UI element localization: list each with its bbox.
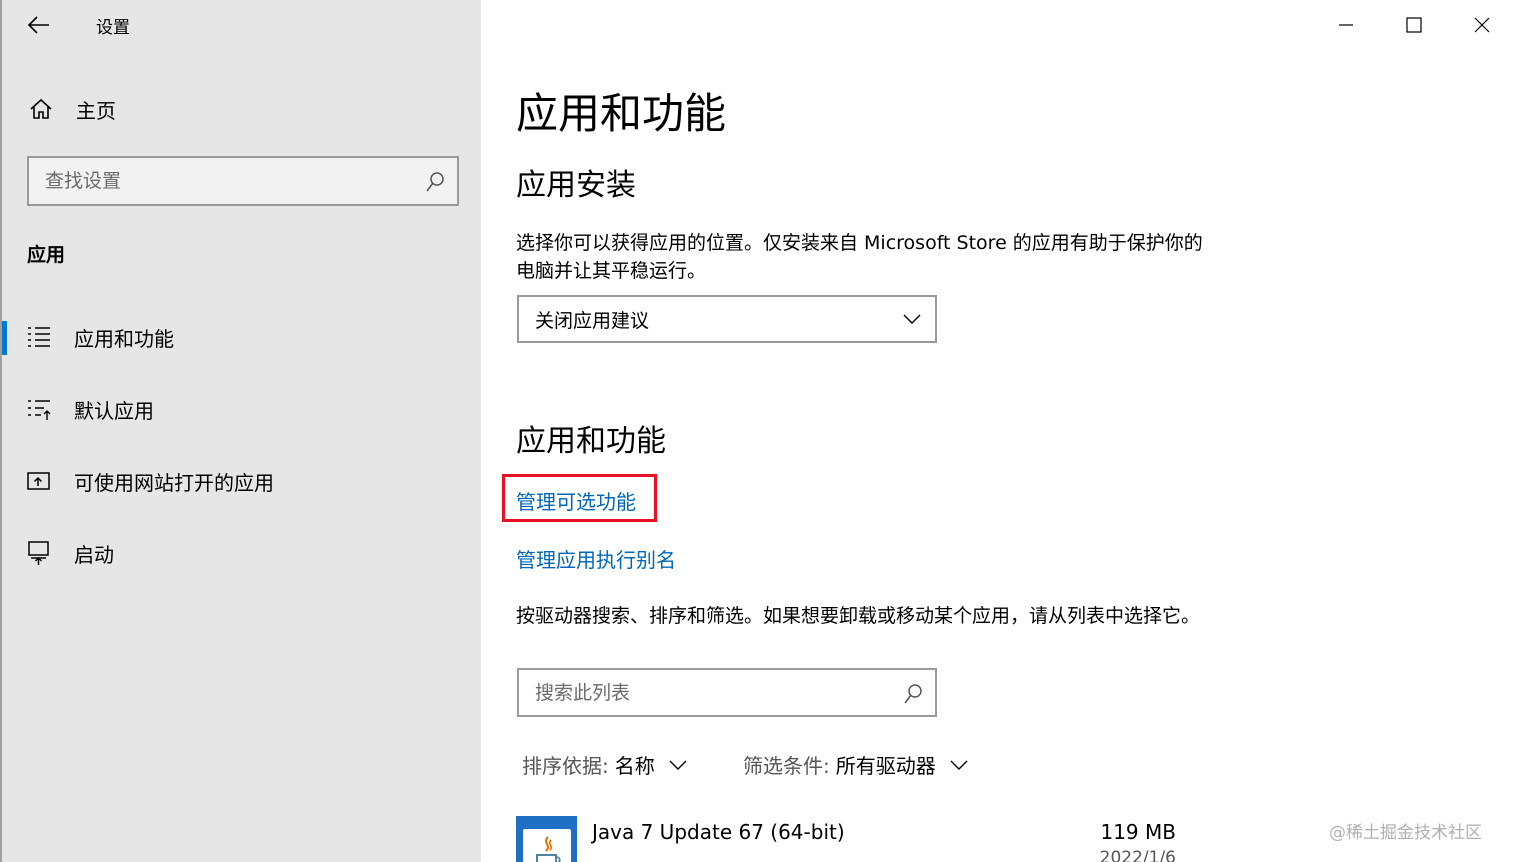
page-title: 应用和功能: [516, 89, 727, 138]
minimize-button[interactable]: [1312, 0, 1380, 50]
back-arrow-icon: [28, 16, 49, 34]
sidebar-section-label: 应用: [27, 244, 66, 266]
app-install-date: 2022/1/6: [1099, 848, 1176, 862]
sidebar-item-websites-apps[interactable]: 可使用网站打开的应用: [2, 451, 481, 511]
chevron-down-icon: [903, 314, 921, 324]
app-list-search-box[interactable]: [517, 668, 937, 717]
sidebar-item-label: 默认应用: [74, 398, 154, 423]
sidebar-item-apps-features[interactable]: 应用和功能: [2, 307, 481, 367]
filter-by-label: 筛选条件:: [743, 754, 830, 778]
list-icon: [28, 327, 50, 347]
sidebar-item-label: 启动: [74, 542, 114, 567]
install-section-heading: 应用安装: [516, 168, 636, 203]
app-list-search-input[interactable]: [519, 670, 935, 715]
close-icon: [1474, 17, 1490, 33]
app-install-source-dropdown[interactable]: 关闭应用建议: [517, 295, 937, 343]
app-name: Java 7 Update 67 (64-bit): [592, 820, 845, 844]
search-icon[interactable]: [425, 171, 445, 193]
websites-icon: [27, 472, 50, 490]
sidebar-item-home-label: 主页: [76, 98, 116, 123]
sidebar-item-home[interactable]: 主页: [2, 84, 481, 134]
default-apps-icon: [28, 400, 51, 420]
app-list-item[interactable]: Java 7 Update 67 (64-bit) 119 MB 2022/1/…: [516, 816, 1176, 862]
close-button[interactable]: [1448, 0, 1513, 50]
sidebar-item-label: 应用和功能: [74, 326, 174, 351]
sort-by-label: 排序依据:: [522, 754, 609, 778]
sidebar-item-label: 可使用网站打开的应用: [74, 470, 274, 495]
sort-by-dropdown[interactable]: 排序依据: 名称: [522, 750, 687, 779]
manage-optional-features-link[interactable]: 管理可选功能: [516, 486, 636, 515]
filter-by-value: 所有驱动器: [835, 754, 936, 778]
java-cup-icon: [535, 836, 561, 862]
sort-by-value: 名称: [614, 754, 655, 778]
watermark: @稀土掘金技术社区: [1329, 823, 1482, 843]
app-size: 119 MB: [1100, 820, 1176, 844]
maximize-button[interactable]: [1380, 0, 1448, 50]
minimize-icon: [1339, 24, 1353, 26]
dropdown-selected-value: 关闭应用建议: [535, 309, 650, 332]
sidebar-item-startup[interactable]: 启动: [2, 523, 481, 583]
sidebar: 设置 主页 应用 应用和功能 默认应用 可使用网站打开的应用 启动: [0, 0, 481, 862]
sidebar-item-default-apps[interactable]: 默认应用: [2, 379, 481, 439]
features-section-heading: 应用和功能: [516, 424, 666, 459]
settings-search-box[interactable]: [27, 156, 459, 206]
chevron-down-icon: [950, 760, 968, 770]
startup-icon: [28, 541, 49, 565]
settings-search-input[interactable]: [29, 158, 457, 204]
search-icon[interactable]: [903, 683, 923, 705]
chevron-down-icon: [669, 760, 687, 770]
java-app-icon: [516, 816, 577, 862]
manage-app-alias-link[interactable]: 管理应用执行别名: [516, 544, 676, 573]
home-icon: [30, 98, 52, 119]
filter-by-dropdown[interactable]: 筛选条件: 所有驱动器: [743, 750, 968, 779]
back-button[interactable]: [24, 10, 54, 40]
maximize-icon: [1406, 17, 1422, 33]
install-section-description: 选择你可以获得应用的位置。仅安装来自 Microsoft Store 的应用有助…: [516, 232, 1203, 282]
features-section-description: 按驱动器搜索、排序和筛选。如果想要卸载或移动某个应用，请从列表中选择它。: [516, 605, 1201, 627]
window-title: 设置: [96, 18, 130, 38]
